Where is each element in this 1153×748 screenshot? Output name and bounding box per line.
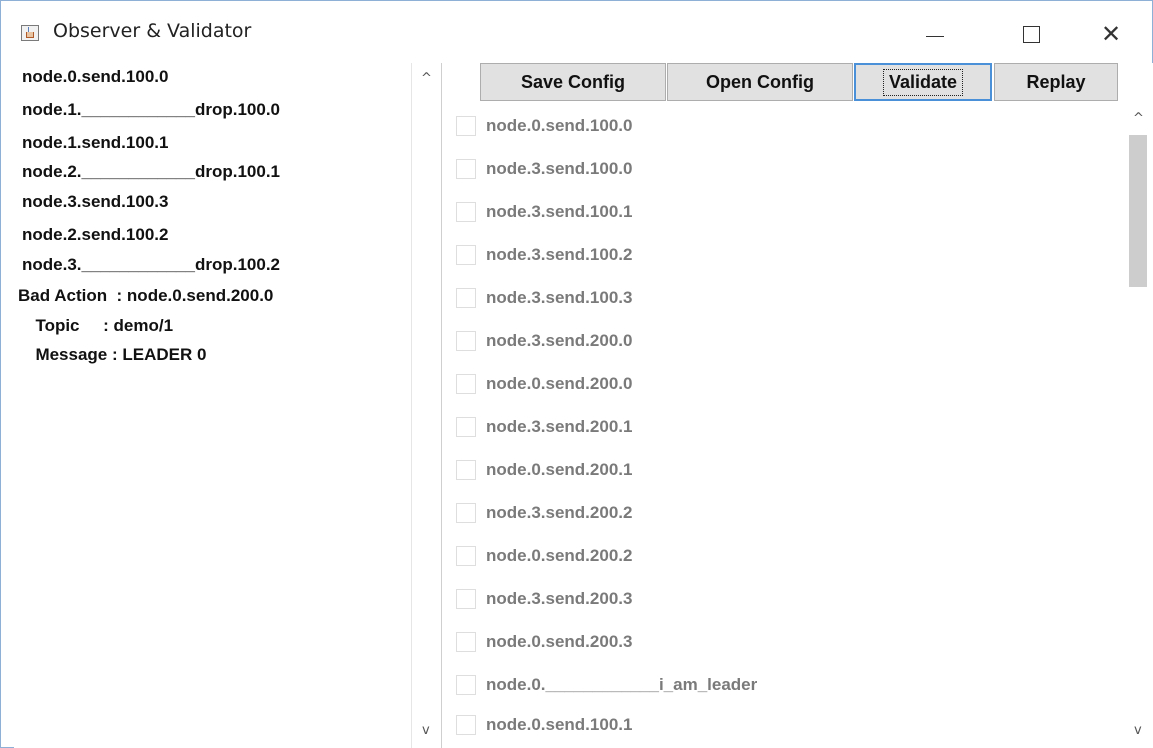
action-checkbox[interactable] bbox=[456, 460, 476, 480]
action-item[interactable]: node.3.send.200.2 bbox=[456, 498, 632, 528]
action-checkbox[interactable] bbox=[456, 546, 476, 566]
log-panel[interactable]: node.0.send.100.0 node.1.____________dro… bbox=[14, 63, 442, 748]
action-label: node.3.send.100.0 bbox=[486, 159, 633, 178]
action-item[interactable]: node.0.send.200.2 bbox=[456, 541, 632, 571]
maximize-icon bbox=[1022, 25, 1040, 43]
save-config-button[interactable]: Save Config bbox=[480, 63, 666, 101]
replay-button[interactable]: Replay bbox=[994, 63, 1118, 101]
log-scrollbar[interactable]: ^ v bbox=[411, 63, 441, 748]
action-label: node.3.send.200.3 bbox=[486, 589, 633, 608]
close-icon: ✕ bbox=[1100, 20, 1122, 48]
action-label: node.3.send.100.1 bbox=[486, 202, 633, 221]
save-config-label: Save Config bbox=[520, 71, 626, 92]
action-label: node.3.send.200.1 bbox=[486, 417, 633, 436]
action-checkbox[interactable] bbox=[456, 417, 476, 437]
action-checkbox[interactable] bbox=[456, 202, 476, 222]
actions-scrollbar[interactable]: ^ v bbox=[1128, 105, 1150, 748]
action-item[interactable]: node.3.send.200.0 bbox=[456, 326, 632, 356]
log-line: node.0.send.100.0 bbox=[22, 67, 169, 86]
action-item[interactable]: node.3.send.100.3 bbox=[456, 283, 632, 313]
action-label: node.0.send.200.0 bbox=[486, 374, 633, 393]
action-label: node.3.send.200.2 bbox=[486, 503, 633, 522]
validate-button[interactable]: Validate bbox=[854, 63, 992, 101]
log-line: node.1.____________drop.100.0 bbox=[22, 100, 280, 119]
topic-line: Topic : demo/1 bbox=[26, 316, 174, 335]
log-line: node.2.send.100.2 bbox=[22, 225, 169, 244]
action-item[interactable]: node.0.send.100.1 bbox=[456, 710, 632, 740]
action-item[interactable]: node.0.send.200.1 bbox=[456, 455, 632, 485]
action-item[interactable]: node.3.send.100.0 bbox=[456, 154, 632, 184]
action-checkbox[interactable] bbox=[456, 159, 476, 179]
open-config-label: Open Config bbox=[706, 71, 814, 92]
action-item[interactable]: node.0.send.200.0 bbox=[456, 369, 632, 399]
maximize-button[interactable] bbox=[1001, 11, 1061, 57]
action-checkbox[interactable] bbox=[456, 245, 476, 265]
action-checkbox[interactable] bbox=[456, 632, 476, 652]
minimize-icon bbox=[926, 35, 944, 37]
log-line: node.1.send.100.1 bbox=[22, 133, 169, 152]
action-label: node.0.____________i_am_leader bbox=[486, 675, 758, 694]
action-checkbox[interactable] bbox=[456, 374, 476, 394]
action-item[interactable]: node.0.send.100.0 bbox=[456, 111, 632, 141]
scroll-up-icon[interactable]: ^ bbox=[421, 71, 432, 86]
action-item[interactable]: node.3.send.100.1 bbox=[456, 197, 632, 227]
log-line: node.3.____________drop.100.2 bbox=[22, 255, 280, 274]
action-label: node.3.send.100.2 bbox=[486, 245, 633, 264]
action-label: node.0.send.200.3 bbox=[486, 632, 633, 651]
action-checkbox[interactable] bbox=[456, 331, 476, 351]
minimize-button[interactable] bbox=[905, 11, 965, 57]
action-checkbox[interactable] bbox=[456, 116, 476, 136]
validate-label: Validate bbox=[882, 68, 964, 96]
action-checkbox[interactable] bbox=[456, 589, 476, 609]
action-checkbox[interactable] bbox=[456, 675, 476, 695]
action-label: node.3.send.200.0 bbox=[486, 331, 633, 350]
window-title: Observer & Validator bbox=[53, 20, 252, 42]
scroll-down-icon[interactable]: v bbox=[422, 723, 430, 738]
java-cup-icon bbox=[21, 25, 39, 41]
close-button[interactable]: ✕ bbox=[1081, 11, 1141, 57]
action-checkbox[interactable] bbox=[456, 503, 476, 523]
action-item[interactable]: node.3.send.200.3 bbox=[456, 584, 632, 614]
app-window: Observer & Validator ✕ node.0.send.100.0… bbox=[0, 0, 1153, 748]
scroll-up-icon[interactable]: ^ bbox=[1133, 111, 1144, 126]
scroll-down-icon[interactable]: v bbox=[1134, 723, 1142, 738]
open-config-button[interactable]: Open Config bbox=[667, 63, 853, 101]
action-item[interactable]: node.3.send.100.2 bbox=[456, 240, 632, 270]
actions-panel: Save Config Open Config Validate Replay … bbox=[442, 63, 1153, 748]
action-checkbox[interactable] bbox=[456, 288, 476, 308]
action-label: node.3.send.100.3 bbox=[486, 288, 633, 307]
log-line: node.2.____________drop.100.1 bbox=[22, 162, 280, 181]
action-checkbox[interactable] bbox=[456, 715, 476, 735]
action-label: node.0.send.100.0 bbox=[486, 116, 633, 135]
title-bar[interactable]: Observer & Validator ✕ bbox=[1, 1, 1152, 63]
message-line: Message : LEADER 0 bbox=[26, 345, 207, 364]
action-label: node.0.send.200.2 bbox=[486, 546, 633, 565]
action-item[interactable]: node.3.send.200.1 bbox=[456, 412, 632, 442]
action-label: node.0.send.200.1 bbox=[486, 460, 633, 479]
log-line: node.3.send.100.3 bbox=[22, 192, 169, 211]
scrollbar-thumb[interactable] bbox=[1129, 135, 1147, 287]
action-label: node.0.send.100.1 bbox=[486, 715, 633, 734]
bad-action-line: Bad Action : node.0.send.200.0 bbox=[18, 286, 274, 305]
action-item[interactable]: node.0.____________i_am_leader bbox=[456, 670, 757, 700]
action-item[interactable]: node.0.send.200.3 bbox=[456, 627, 632, 657]
replay-label: Replay bbox=[1026, 71, 1086, 92]
